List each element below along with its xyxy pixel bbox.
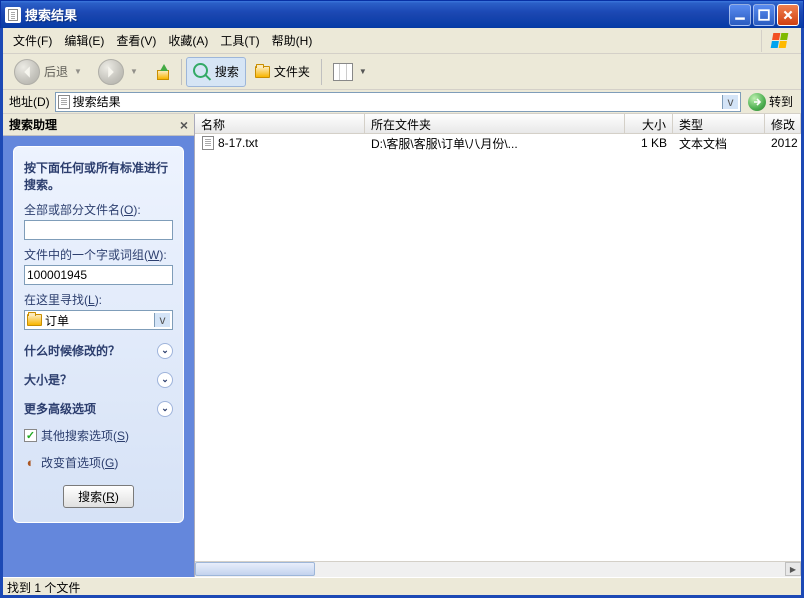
chevron-down-icon: ▼: [357, 67, 367, 76]
page-icon: [58, 95, 70, 109]
col-size[interactable]: 大小: [625, 114, 673, 133]
menu-tools[interactable]: 工具(T): [214, 30, 265, 51]
scroll-right-icon[interactable]: ▶: [785, 562, 801, 576]
address-bar: 地址(D) 搜索结果 v 转到: [3, 90, 801, 114]
search-submit-button[interactable]: 搜索(R): [63, 485, 134, 508]
sidebar-header: 搜索助理 ×: [3, 114, 194, 136]
filename-label: 全部或部分文件名(O):: [24, 201, 173, 218]
window-title: 搜索结果: [25, 5, 729, 24]
menubar: 文件(F) 编辑(E) 查看(V) 收藏(A) 工具(T) 帮助(H): [3, 28, 801, 54]
views-icon: [333, 63, 353, 81]
close-button[interactable]: [777, 4, 799, 26]
cell-size: 1 KB: [625, 136, 673, 150]
expander-label: 更多高级选项: [24, 400, 96, 417]
address-value: 搜索结果: [73, 93, 121, 110]
address-dropdown-icon[interactable]: v: [722, 95, 738, 109]
window-icon: [5, 7, 21, 23]
lookin-label: 在这里寻找(L):: [24, 291, 173, 308]
back-label: 后退: [44, 63, 68, 80]
forward-button[interactable]: ▼: [91, 57, 145, 87]
gear-icon: ◐: [24, 456, 37, 469]
cell-date: 2012: [765, 136, 801, 150]
filename-input[interactable]: [24, 220, 173, 240]
sidebar-close-icon[interactable]: ×: [180, 117, 188, 133]
search-label: 搜索: [215, 63, 239, 80]
col-date[interactable]: 修改: [765, 114, 801, 133]
separator: [321, 59, 322, 85]
folder-icon: [27, 314, 42, 326]
address-label: 地址(D): [7, 93, 52, 110]
link-change-prefs[interactable]: ◐ 改变首选项(G): [24, 454, 173, 471]
up-folder-icon: [154, 64, 170, 80]
folders-button[interactable]: 文件夹: [248, 57, 317, 87]
content-label: 文件中的一个字或词组(W):: [24, 246, 173, 263]
chevron-down-icon: ⌄: [157, 401, 173, 417]
chevron-down-icon: ⌄: [157, 343, 173, 359]
content-input[interactable]: [24, 265, 173, 285]
up-button[interactable]: [147, 57, 177, 87]
cell-folder: D:\客服\客服\订单\八月份\...: [365, 135, 625, 152]
menu-edit[interactable]: 编辑(E): [58, 30, 110, 51]
horizontal-scrollbar[interactable]: ▶: [195, 561, 801, 577]
expander-advanced[interactable]: 更多高级选项 ⌄: [24, 400, 173, 417]
table-row[interactable]: 8-17.txt D:\客服\客服\订单\八月份\... 1 KB 文本文档 2…: [195, 134, 801, 152]
results-list: 名称 所在文件夹 大小 类型 修改 8-17.txt D:\客服\客服\订单\八…: [195, 114, 801, 577]
status-bar: 找到 1 个文件: [3, 577, 801, 595]
go-label: 转到: [769, 93, 793, 110]
back-arrow-icon: [14, 59, 40, 85]
menu-help[interactable]: 帮助(H): [266, 30, 319, 51]
chevron-down-icon: ▼: [128, 67, 138, 76]
lookin-select[interactable]: 订单 v: [24, 310, 173, 330]
windows-logo-icon: [761, 30, 797, 52]
expander-label: 大小是？: [24, 371, 72, 388]
menu-file[interactable]: 文件(F): [7, 30, 58, 51]
link-other-options[interactable]: ✓ 其他搜索选项(S): [24, 427, 173, 444]
text-file-icon: [201, 136, 215, 150]
search-icon: [193, 63, 211, 81]
views-button[interactable]: ▼: [326, 57, 374, 87]
chevron-down-icon: ⌄: [157, 372, 173, 388]
search-button[interactable]: 搜索: [186, 57, 246, 87]
menu-view[interactable]: 查看(V): [110, 30, 162, 51]
maximize-button[interactable]: [753, 4, 775, 26]
toolbar: 后退 ▼ ▼ 搜索 文件夹 ▼: [3, 54, 801, 90]
col-name[interactable]: 名称: [195, 114, 365, 133]
sidebar-title: 搜索助理: [9, 116, 57, 133]
forward-arrow-icon: [98, 59, 124, 85]
cell-type: 文本文档: [673, 135, 765, 152]
back-button[interactable]: 后退 ▼: [7, 57, 89, 87]
scrollbar-thumb[interactable]: [195, 562, 315, 576]
col-folder[interactable]: 所在文件夹: [365, 114, 625, 133]
go-button[interactable]: 转到: [744, 92, 797, 112]
folder-icon: [255, 66, 270, 78]
address-field[interactable]: 搜索结果 v: [55, 92, 741, 112]
minimize-button[interactable]: [729, 4, 751, 26]
menu-favorites[interactable]: 收藏(A): [162, 30, 214, 51]
expander-size[interactable]: 大小是？ ⌄: [24, 371, 173, 388]
search-panel: 按下面任何或所有标准进行搜索。 全部或部分文件名(O): 文件中的一个字或词组(…: [13, 146, 184, 523]
chevron-down-icon[interactable]: v: [154, 313, 170, 327]
check-icon: ✓: [24, 429, 37, 442]
go-arrow-icon: [748, 93, 766, 111]
panel-header: 按下面任何或所有标准进行搜索。: [24, 159, 173, 193]
separator: [181, 59, 182, 85]
cell-name: 8-17.txt: [218, 136, 258, 150]
titlebar: 搜索结果: [0, 0, 804, 28]
folders-label: 文件夹: [274, 63, 310, 80]
lookin-value: 订单: [45, 312, 69, 329]
expander-when-modified[interactable]: 什么时候修改的？ ⌄: [24, 342, 173, 359]
col-type[interactable]: 类型: [673, 114, 765, 133]
sidebar: 搜索助理 × 按下面任何或所有标准进行搜索。 全部或部分文件名(O): 文件中的…: [3, 114, 195, 577]
expander-label: 什么时候修改的？: [24, 342, 120, 359]
column-headers: 名称 所在文件夹 大小 类型 修改: [195, 114, 801, 134]
results-rows: 8-17.txt D:\客服\客服\订单\八月份\... 1 KB 文本文档 2…: [195, 134, 801, 561]
chevron-down-icon: ▼: [72, 67, 82, 76]
